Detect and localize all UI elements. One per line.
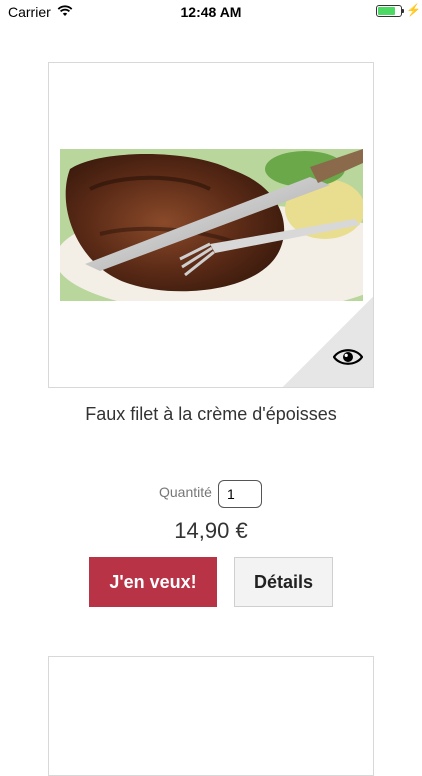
charging-bolt-icon: ⚡ (406, 3, 421, 17)
add-to-cart-button[interactable]: J'en veux! (89, 557, 217, 607)
product-image[interactable] (60, 149, 363, 301)
eye-icon[interactable] (333, 347, 363, 367)
details-button[interactable]: Détails (234, 557, 333, 607)
quantity-row: Quantité (0, 480, 422, 510)
battery-level (378, 7, 395, 15)
quantity-label: Quantité (159, 484, 212, 500)
quantity-input[interactable] (218, 480, 262, 508)
battery-tip (402, 9, 404, 13)
clock: 12:48 AM (180, 4, 242, 20)
product-price: 14,90 € (174, 518, 248, 543)
next-product-card[interactable] (48, 656, 374, 776)
preview-corner[interactable] (283, 297, 373, 387)
product-title: Faux filet à la crème d'époisses (85, 404, 337, 424)
battery-icon (376, 5, 402, 17)
status-bar: Carrier 12:48 AM ⚡ (0, 0, 422, 24)
product-card[interactable] (48, 62, 374, 388)
steak-photo (60, 149, 363, 301)
